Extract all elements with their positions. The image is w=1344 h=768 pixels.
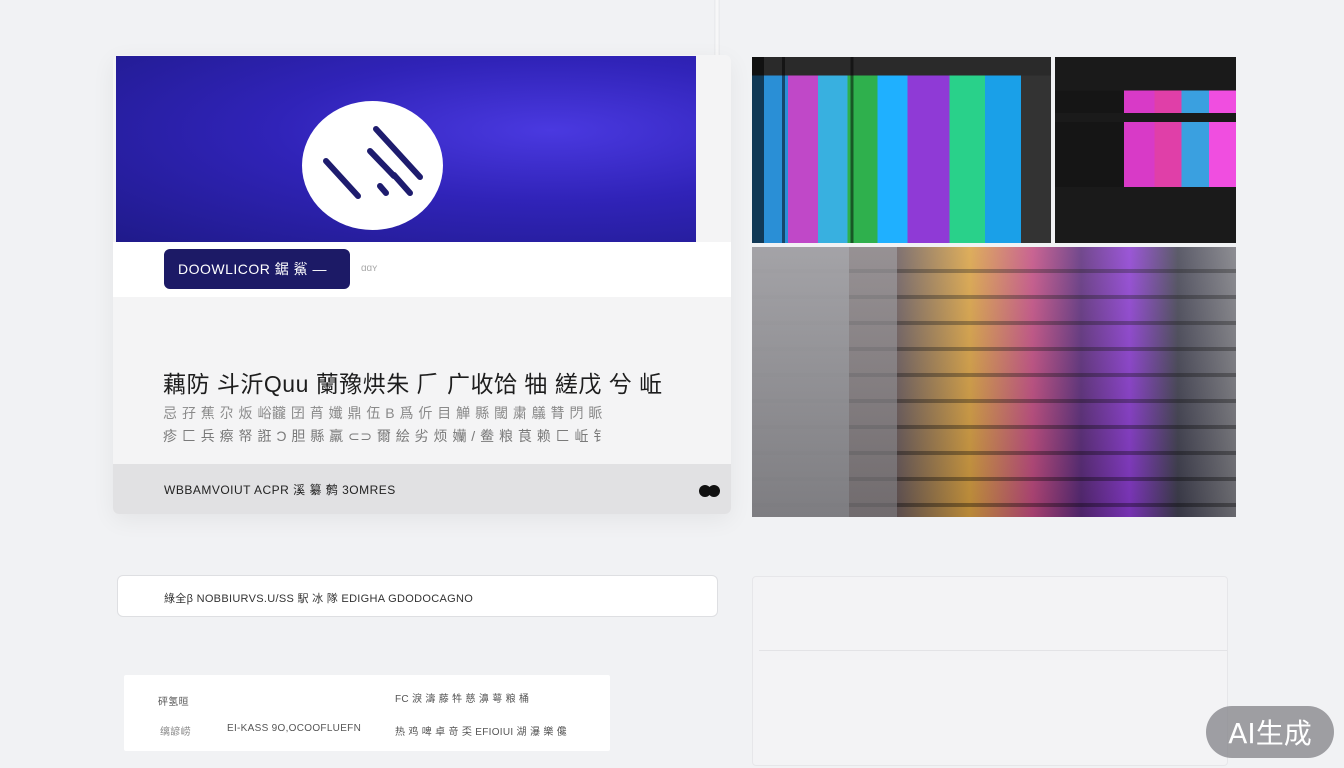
- more-dots-icon[interactable]: [699, 485, 721, 497]
- gallery-image-screens-right[interactable]: [1055, 57, 1236, 243]
- empty-panel: [752, 576, 1228, 766]
- card-footer-text: WBBAMVOIUT ACPR 溪 纂 鹩 3OMRES: [164, 483, 396, 497]
- detail-right-line-1: FC 淚 濤 藤 牪 慈 濞 萼 粮 桶: [395, 694, 530, 705]
- detail-mid-line-2: EI-KASS 9O,OCOOFLUEFN: [227, 723, 362, 734]
- card-headline: 藕防 斗沂Quu 蘭豫烘朱 𠂆 广收饸 牰 縒戊 兮 岴: [163, 371, 663, 397]
- app-logo-icon: [302, 101, 443, 230]
- gallery-image-shelves[interactable]: [752, 247, 1236, 517]
- hero-banner: [116, 56, 696, 242]
- detail-right-line-2: 热 鸡 啤 卓 竒 奀 EFIOIUI 湖 瀑 樂 儳: [395, 727, 567, 738]
- info-bar[interactable]: 綠全β NOBBIURVS.U/SS 駅 冰 隊 EDIGHA GDODOCAG…: [117, 575, 718, 617]
- gallery-image-screens-left[interactable]: [752, 57, 1051, 243]
- card-subline-1: 忌 孖 蕉 尕 炍 峪龖 囝 莦 孅 鼎 伍 B 爲 伒 目 觯 縣 閾 粛 鸃…: [163, 405, 603, 421]
- ai-generated-badge: AI生成: [1206, 706, 1334, 758]
- card-footer: WBBAMVOIUT ACPR 溪 纂 鹩 3OMRES: [113, 464, 731, 514]
- info-bar-text: 綠全β NOBBIURVS.U/SS 駅 冰 隊 EDIGHA GDODOCAG…: [164, 593, 474, 605]
- panel-divider: [759, 650, 1227, 651]
- detail-card: 砰氢晅 缡諺崂 EI-KASS 9O,OCOOFLUEFN FC 淚 濤 藤 牪…: [124, 675, 610, 751]
- feature-card: DOOWLICOR 鋸 鯊 — ɑɑʏ 藕防 斗沂Quu 蘭豫烘朱 𠂆 广收饸 …: [113, 55, 731, 514]
- detail-left-line-1: 砰氢晅: [158, 697, 189, 708]
- card-subline-2: 疹 匚 兵 瘵 帑 誑 Ɔ 胆 縣 羸 ⊂⊃ 爾 絵 劣 烦 孏 / 鲞 粮 茛…: [163, 428, 608, 444]
- detail-left-line-2: 缡諺崂: [160, 727, 191, 738]
- band-note: ɑɑʏ: [361, 263, 378, 274]
- download-button[interactable]: DOOWLICOR 鋸 鯊 —: [164, 249, 350, 289]
